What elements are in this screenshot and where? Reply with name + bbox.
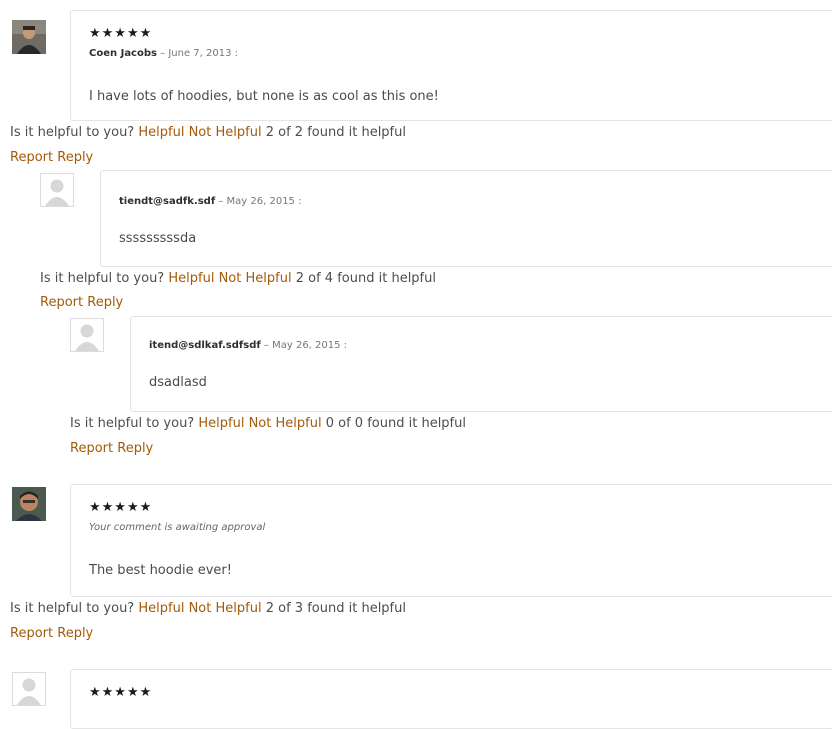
avatar xyxy=(40,173,74,207)
helpful-prompt: Is it helpful to you? xyxy=(70,416,195,431)
not-helpful-link[interactable]: Not Helpful xyxy=(189,125,262,140)
found-suffix: found it helpful xyxy=(307,601,406,616)
comment-text: dsadlasd xyxy=(149,375,207,390)
helpful-link[interactable]: Helpful xyxy=(138,601,184,616)
not-helpful-link[interactable]: Not Helpful xyxy=(219,271,292,286)
found-suffix: found it helpful xyxy=(367,416,466,431)
comment-actions: Report Reply xyxy=(10,626,93,642)
of-word: of xyxy=(338,416,351,431)
comment-actions: Report Reply xyxy=(70,441,153,457)
comment-box: ★★★★★ xyxy=(70,669,832,729)
comment-box: ★★★★★ Coen Jacobs – June 7, 2013 : I hav… xyxy=(70,10,832,121)
helpful-link[interactable]: Helpful xyxy=(198,416,244,431)
helpful-count: 2 xyxy=(265,601,274,616)
total-count: 3 xyxy=(294,601,304,616)
comment-box: itend@sdlkaf.sdfsdf – May 26, 2015 : dsa… xyxy=(130,316,832,412)
star-rating: ★★★★★ xyxy=(89,26,153,41)
found-suffix: found it helpful xyxy=(307,125,406,140)
avatar xyxy=(70,318,104,352)
total-count: 2 xyxy=(294,125,304,140)
helpful-count: 0 xyxy=(325,416,334,431)
avatar xyxy=(12,20,46,54)
comment-meta: itend@sdlkaf.sdfsdf – May 26, 2015 : xyxy=(149,339,347,352)
helpful-prompt: Is it helpful to you? xyxy=(10,601,135,616)
reply-link[interactable]: Reply xyxy=(57,626,93,641)
star-rating: ★★★★★ xyxy=(89,685,153,700)
report-link[interactable]: Report xyxy=(70,441,113,456)
report-link[interactable]: Report xyxy=(10,150,53,165)
report-link[interactable]: Report xyxy=(40,295,83,310)
comment-actions: Report Reply xyxy=(40,295,123,311)
helpful-line: Is it helpful to you? Helpful Not Helpfu… xyxy=(40,271,436,287)
avatar xyxy=(12,672,46,706)
comment-meta: Coen Jacobs – June 7, 2013 : xyxy=(89,47,238,60)
helpful-line: Is it helpful to you? Helpful Not Helpfu… xyxy=(70,416,466,432)
helpful-link[interactable]: Helpful xyxy=(168,271,214,286)
comment-meta: tiendt@sadfk.sdf – May 26, 2015 : xyxy=(119,195,301,208)
comment-date: – May 26, 2015 : xyxy=(218,196,302,207)
helpful-line: Is it helpful to you? Helpful Not Helpfu… xyxy=(10,125,406,141)
comment-box: tiendt@sadfk.sdf – May 26, 2015 : ssssss… xyxy=(100,170,832,267)
of-word: of xyxy=(278,601,291,616)
helpful-line: Is it helpful to you? Helpful Not Helpfu… xyxy=(10,601,406,617)
comment-text: sssssssssda xyxy=(119,231,197,246)
not-helpful-link[interactable]: Not Helpful xyxy=(249,416,322,431)
helpful-link[interactable]: Helpful xyxy=(138,125,184,140)
report-link[interactable]: Report xyxy=(10,626,53,641)
reply-link[interactable]: Reply xyxy=(87,295,123,310)
helpful-prompt: Is it helpful to you? xyxy=(40,271,165,286)
comment-date: – May 26, 2015 : xyxy=(263,340,348,351)
comment-author: tiendt@sadfk.sdf xyxy=(119,196,216,207)
helpful-prompt: Is it helpful to you? xyxy=(10,125,135,140)
comment-author: itend@sdlkaf.sdfsdf xyxy=(149,340,261,351)
reply-link[interactable]: Reply xyxy=(57,150,93,165)
comment-actions: Report Reply xyxy=(10,150,93,166)
of-word: of xyxy=(308,271,321,286)
not-helpful-link[interactable]: Not Helpful xyxy=(189,601,262,616)
comment-date: – June 7, 2013 : xyxy=(160,48,239,59)
helpful-count: 2 xyxy=(295,271,304,286)
pending-notice: Your comment is awaiting approval xyxy=(89,522,266,533)
reply-link[interactable]: Reply xyxy=(117,441,153,456)
avatar xyxy=(12,487,46,521)
star-rating: ★★★★★ xyxy=(89,500,153,515)
comment-text: I have lots of hoodies, but none is as c… xyxy=(89,89,439,104)
comment-author: Coen Jacobs xyxy=(89,48,157,59)
comment-text: The best hoodie ever! xyxy=(89,563,232,578)
found-suffix: found it helpful xyxy=(337,271,436,286)
total-count: 0 xyxy=(354,416,364,431)
helpful-count: 2 xyxy=(265,125,274,140)
total-count: 4 xyxy=(324,271,334,286)
of-word: of xyxy=(278,125,291,140)
comment-box: ★★★★★ Your comment is awaiting approval … xyxy=(70,484,832,597)
